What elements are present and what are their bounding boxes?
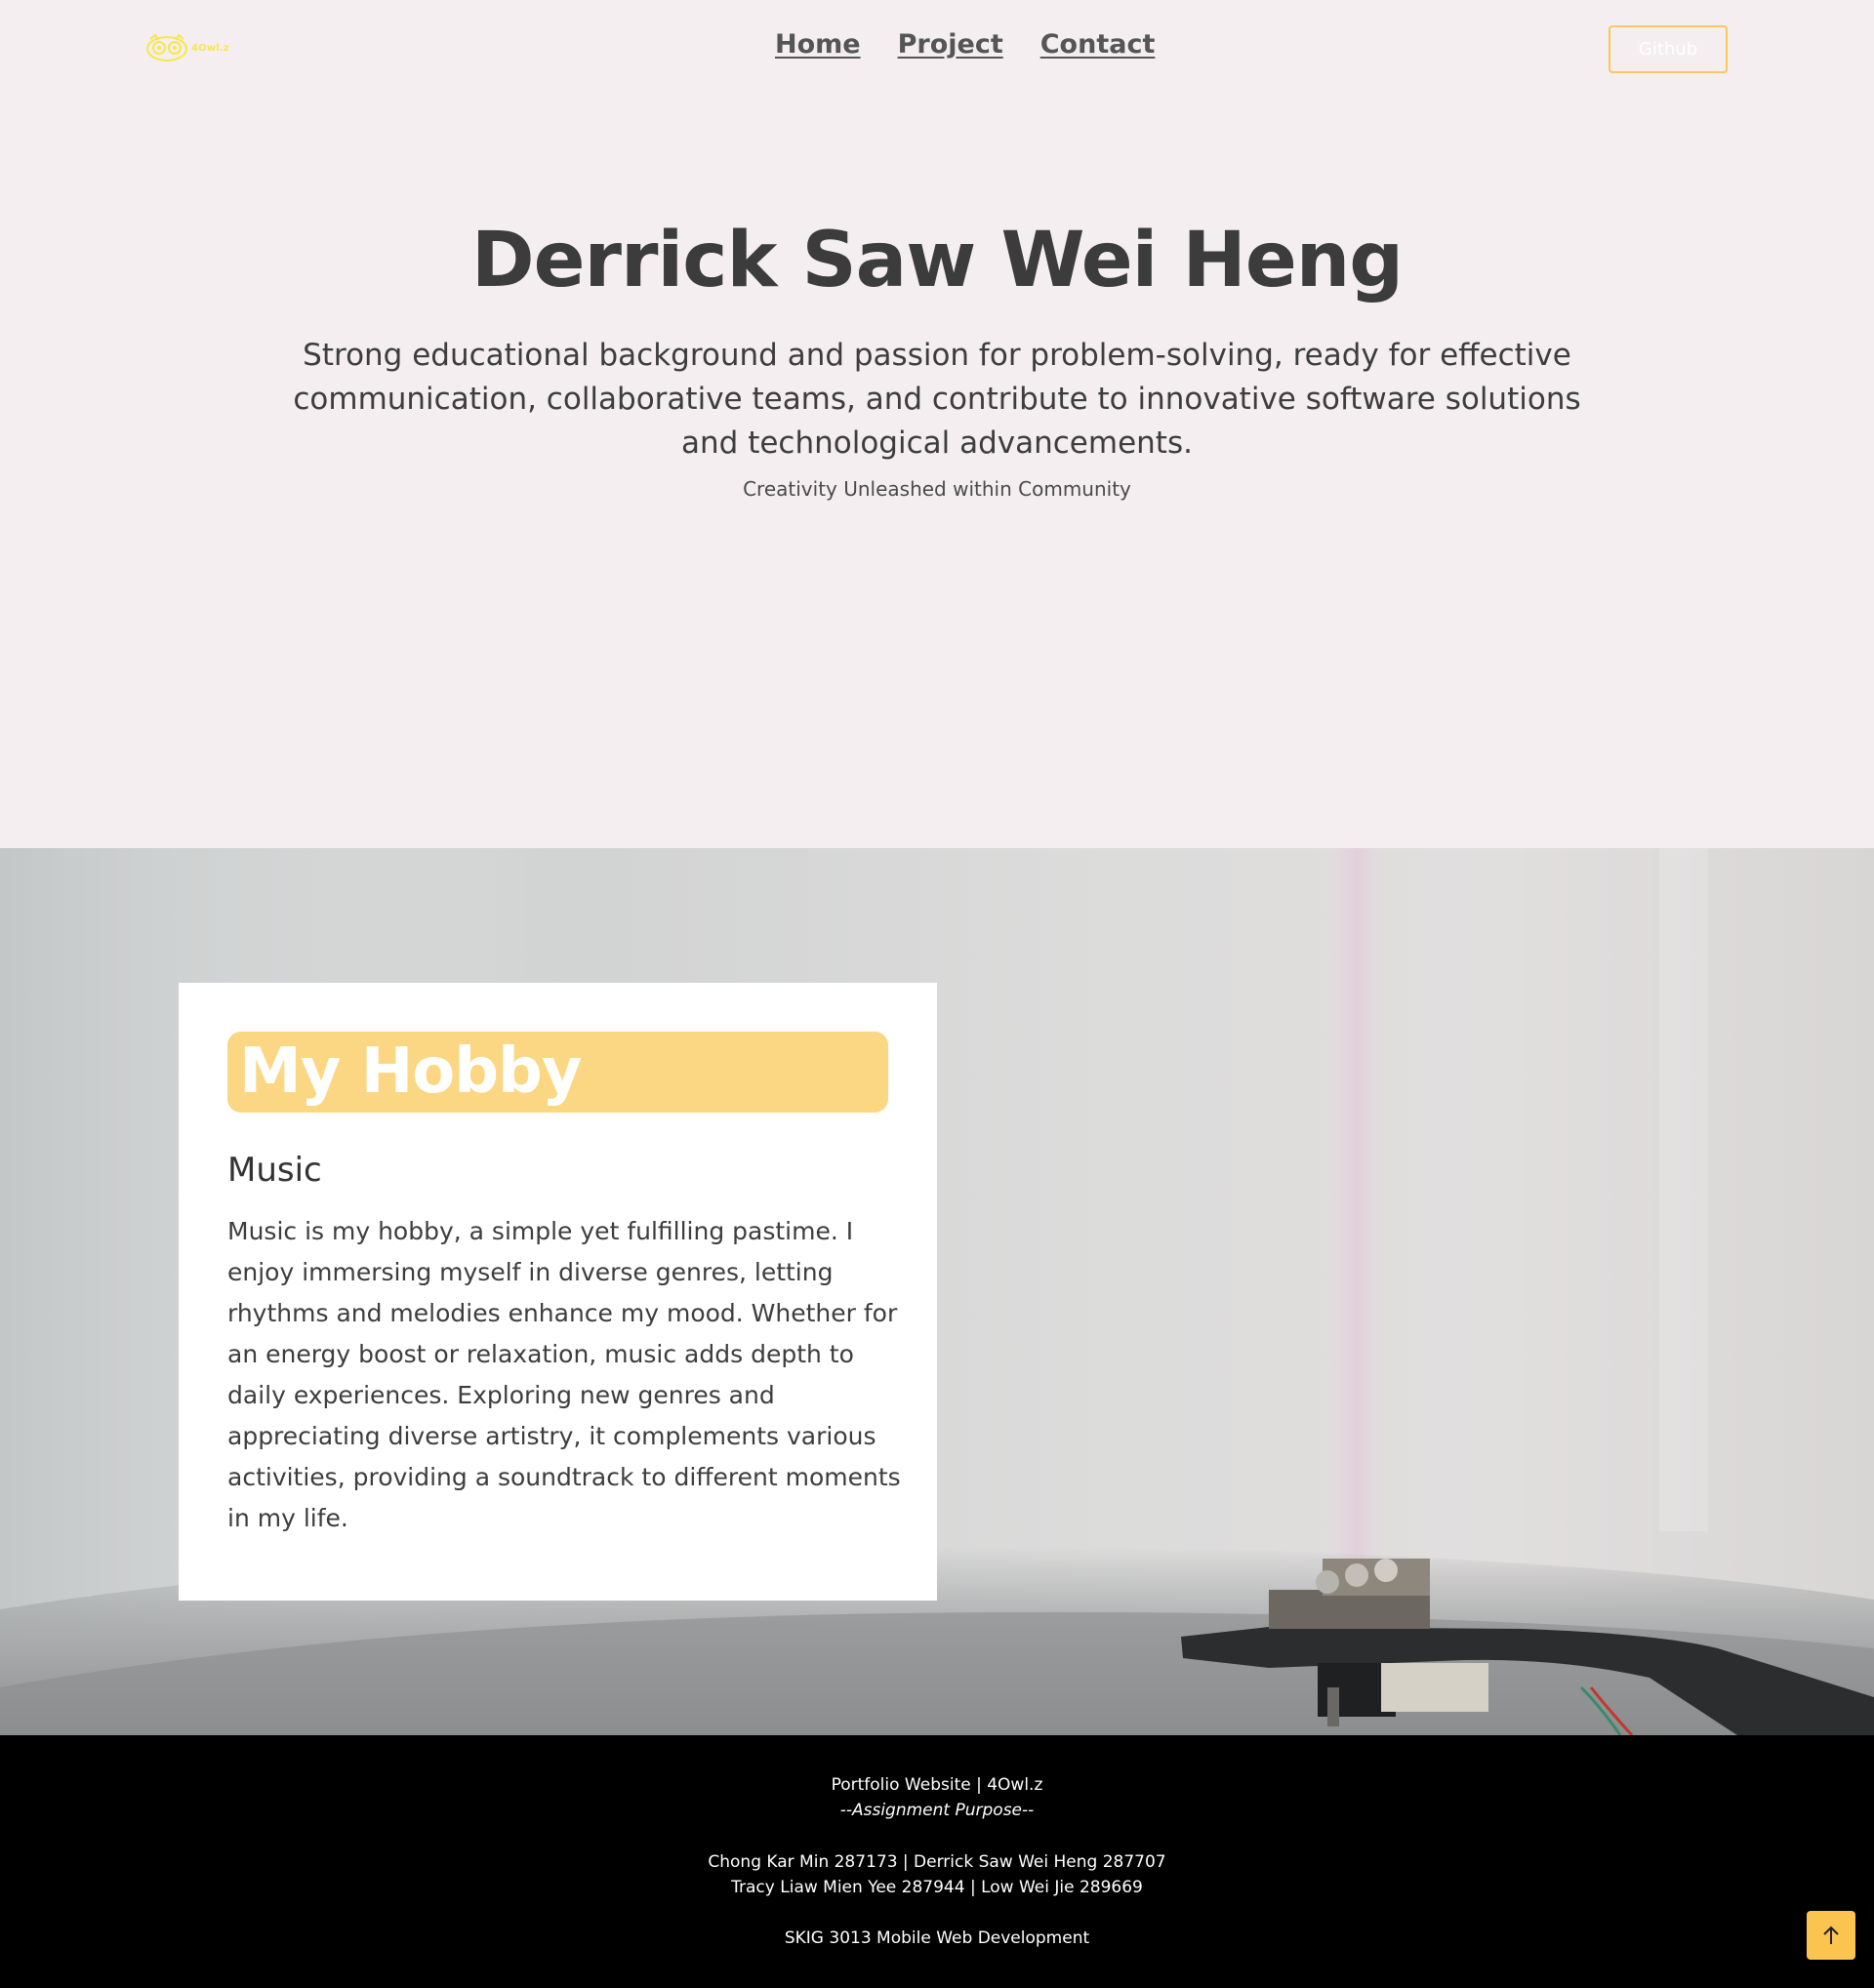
hobby-section: My Hobby Music Music is my hobby, a simp… [0, 848, 1874, 1735]
hero-description: Strong educational background and passio… [293, 338, 1581, 461]
nav-home-link[interactable]: Home [775, 29, 861, 60]
nav-project-link[interactable]: Project [898, 29, 1003, 60]
hero-tagline: Creativity Unleashed within Community [743, 477, 1131, 501]
hobby-subheading: Music [227, 1151, 322, 1190]
site-logo[interactable]: 4Owl.z [144, 33, 236, 62]
site-header: 4Owl.z Home Project Contact Github [0, 0, 1874, 100]
footer-purpose: --Assignment Purpose-- [839, 1801, 1035, 1820]
nav-contact-link[interactable]: Contact [1040, 29, 1156, 60]
footer-title: Portfolio Website | 4Owl.z [831, 1775, 1043, 1795]
footer-course: SKIG 3013 Mobile Web Development [784, 1928, 1090, 1948]
hobby-card: My Hobby Music Music is my hobby, a simp… [179, 983, 937, 1601]
footer-members-line-2: Tracy Liaw Mien Yee 287944 | Low Wei Jie… [731, 1878, 1143, 1897]
main-nav: Home Project Contact [775, 29, 1155, 60]
site-footer: Portfolio Website | 4Owl.z --Assignment … [0, 1735, 1874, 1988]
hero-title: Derrick Saw Wei Heng [470, 217, 1404, 304]
logo-text: 4Owl.z [191, 42, 229, 54]
arrow-up-icon [1823, 1926, 1839, 1944]
hobby-description: Music is my hobby, a simple yet fulfilli… [227, 1217, 901, 1532]
footer-members-line-1: Chong Kar Min 287173 | Derrick Saw Wei H… [708, 1852, 1166, 1872]
scroll-to-top-button[interactable] [1807, 1911, 1855, 1960]
hobby-heading: My Hobby [227, 1032, 888, 1113]
github-button[interactable]: Github [1609, 25, 1728, 73]
owl-logo-icon [146, 33, 187, 61]
